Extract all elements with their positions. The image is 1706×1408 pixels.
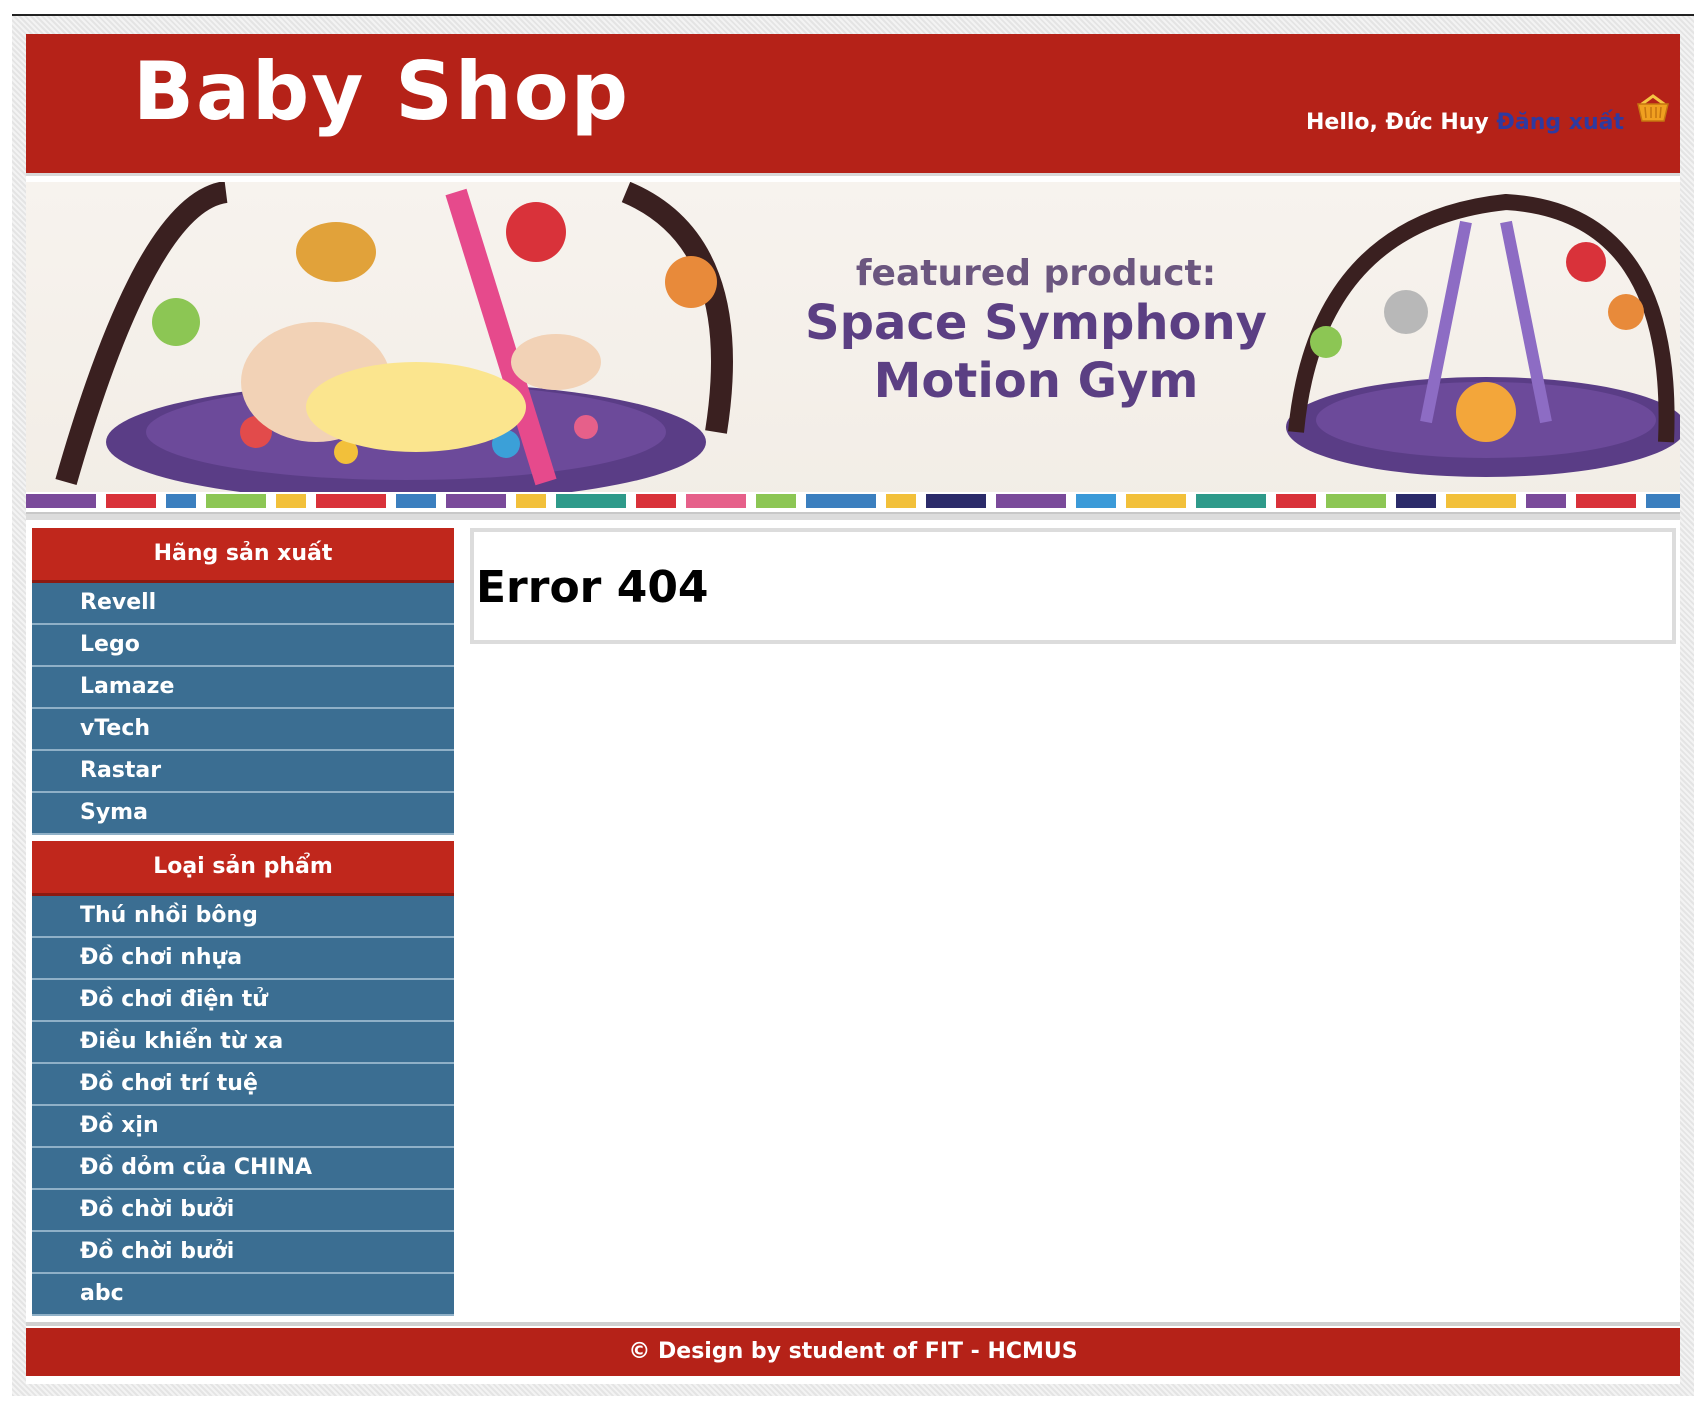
main-content: Error 404 <box>470 528 1676 644</box>
sidebar: Hãng sản xuất Revell Lego Lamaze vTech R… <box>32 528 454 1316</box>
logout-link[interactable]: Đăng xuất <box>1496 110 1624 135</box>
banner-color-stripe <box>26 492 1680 510</box>
sidebar-item-category[interactable]: Đồ chơi nhựa <box>32 938 454 980</box>
page-frame: Baby Shop Hello, Đức Huy Đăng xuất featu… <box>12 14 1694 1396</box>
sidebar-item-category[interactable]: abc <box>32 1274 454 1316</box>
sidebar-item-manufacturer[interactable]: Revell <box>32 583 454 625</box>
sidebar-item-category[interactable]: Điều khiển từ xa <box>32 1022 454 1064</box>
site-header: Baby Shop Hello, Đức Huy Đăng xuất <box>26 34 1680 176</box>
sidebar-item-category[interactable]: Đồ chơi điện tử <box>32 980 454 1022</box>
banner-subtitle: featured product: <box>855 253 1217 294</box>
sidebar-item-manufacturer[interactable]: Rastar <box>32 751 454 793</box>
banner-product-name-line1: Space Symphony <box>805 295 1267 352</box>
site-footer: © Design by student of FIT - HCMUS <box>26 1328 1680 1376</box>
sidebar-item-category[interactable]: Đồ dỏm của CHINA <box>32 1148 454 1190</box>
sidebar-item-manufacturer[interactable]: Lamaze <box>32 667 454 709</box>
error-title: Error 404 <box>476 562 709 613</box>
sidebar-item-category[interactable]: Đồ xịn <box>32 1106 454 1148</box>
categories-heading: Loại sản phẩm <box>32 841 454 896</box>
sidebar-item-category[interactable]: Thú nhồi bông <box>32 896 454 938</box>
banner-headline: featured product: Space Symphony Motion … <box>796 252 1276 410</box>
page-container: Baby Shop Hello, Đức Huy Đăng xuất featu… <box>26 34 1680 1384</box>
user-bar: Hello, Đức Huy Đăng xuất <box>1306 110 1624 135</box>
banner-product-name-line2: Motion Gym <box>873 352 1199 409</box>
sidebar-item-category[interactable]: Đồ chơi trí tuệ <box>32 1064 454 1106</box>
sidebar-item-category[interactable]: Đồ chời bưởi <box>32 1190 454 1232</box>
sidebar-item-manufacturer[interactable]: Lego <box>32 625 454 667</box>
sidebar-item-category[interactable]: Đồ chời bưởi <box>32 1232 454 1274</box>
basket-icon[interactable] <box>1636 94 1670 124</box>
sidebar-item-manufacturer[interactable]: Syma <box>32 793 454 835</box>
footer-divider <box>26 1322 1680 1326</box>
manufacturers-heading: Hãng sản xuất <box>32 528 454 583</box>
site-logo[interactable]: Baby Shop <box>133 44 630 140</box>
banner-divider <box>26 512 1680 520</box>
user-greeting: Hello, Đức Huy <box>1305 110 1489 135</box>
featured-banner[interactable]: featured product: Space Symphony Motion … <box>26 182 1680 510</box>
sidebar-item-manufacturer[interactable]: vTech <box>32 709 454 751</box>
